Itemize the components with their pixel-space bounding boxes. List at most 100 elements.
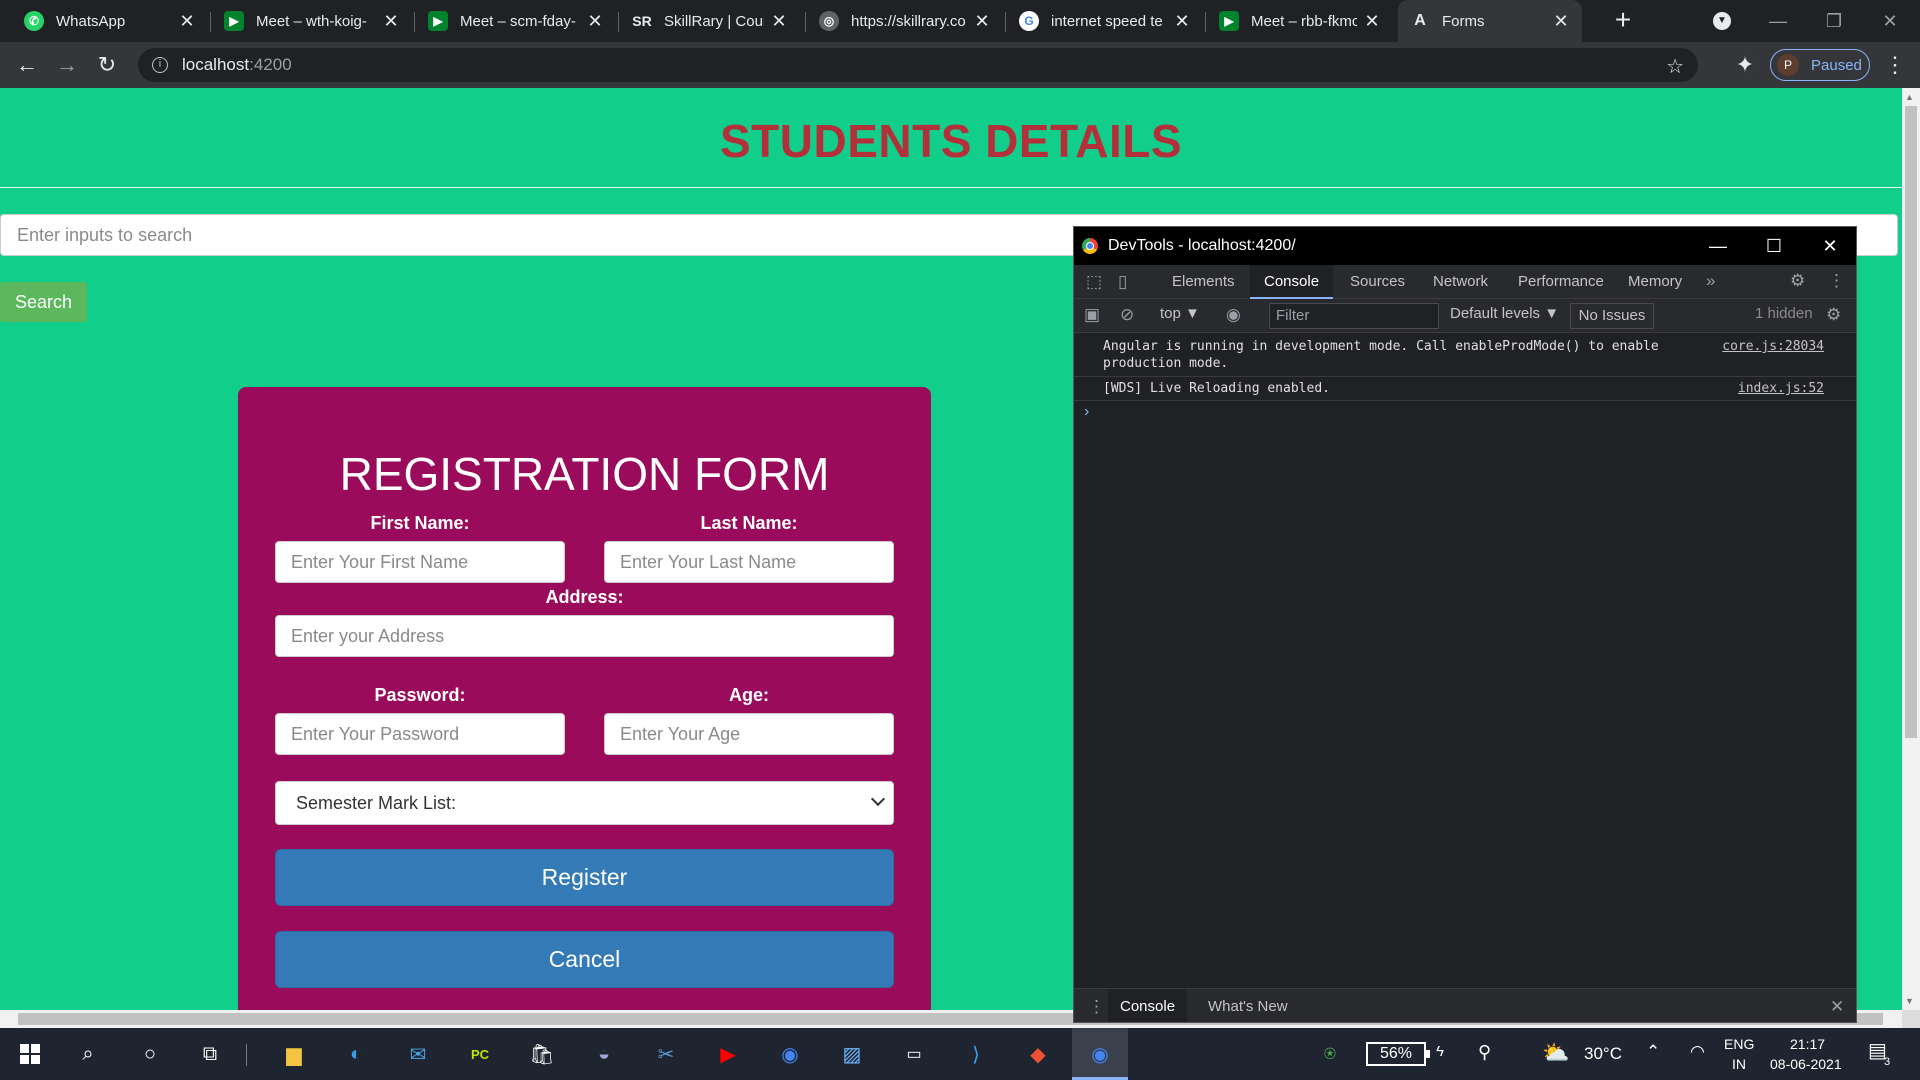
devtools-maximize-icon[interactable]: ☐: [1746, 227, 1802, 265]
inspect-element-icon[interactable]: ⬚: [1086, 272, 1102, 292]
devtools-tab-network[interactable]: Network: [1419, 265, 1502, 299]
devtools-minimize-icon[interactable]: —: [1690, 227, 1746, 265]
tab-meet-3[interactable]: ▶ Meet – rbb-fkmc- ✕: [1207, 0, 1393, 42]
weather-icon[interactable]: ⛅: [1542, 1040, 1569, 1066]
close-tab-icon[interactable]: ✕: [973, 11, 991, 32]
tab-search-icon[interactable]: ▼: [1694, 0, 1750, 42]
devtools-tab-sources[interactable]: Sources: [1336, 265, 1419, 299]
close-tab-icon[interactable]: ✕: [1363, 11, 1381, 32]
devtools-menu-icon[interactable]: ⋮: [1828, 271, 1845, 291]
site-info-icon[interactable]: i: [152, 57, 168, 73]
age-field[interactable]: [604, 713, 894, 755]
tab-whatsapp[interactable]: ✆ WhatsApp ✕: [12, 0, 208, 42]
pycharm-icon[interactable]: PC: [462, 1036, 498, 1072]
git-icon[interactable]: ◆: [1020, 1036, 1056, 1072]
windows-start-icon[interactable]: [12, 1036, 48, 1072]
activity-monitor-icon[interactable]: ⍟: [1312, 1036, 1348, 1072]
snipping-tool-icon[interactable]: ✂: [648, 1036, 684, 1072]
sidebar-toggle-icon[interactable]: ▣: [1084, 305, 1100, 325]
console-prompt-icon[interactable]: ›: [1084, 403, 1089, 421]
tab-meet-1[interactable]: ▶ Meet – wth-koig- ✕: [212, 0, 412, 42]
close-tab-icon[interactable]: ✕: [770, 11, 788, 32]
console-settings-gear-icon[interactable]: ⚙: [1826, 305, 1841, 325]
devtools-tab-performance[interactable]: Performance: [1504, 265, 1618, 299]
close-tab-icon[interactable]: ✕: [1173, 11, 1191, 32]
vertical-scroll-thumb[interactable]: [1905, 106, 1917, 738]
search-icon[interactable]: ⌕: [70, 1036, 106, 1072]
tab-forms[interactable]: A Forms ✕: [1398, 0, 1582, 42]
devtools-tab-console[interactable]: Console: [1250, 265, 1334, 299]
clear-console-icon[interactable]: ⊘: [1120, 305, 1134, 325]
terminal-icon[interactable]: ▭: [896, 1036, 932, 1072]
vscode-icon[interactable]: ⟩: [958, 1036, 994, 1072]
devtools-close-icon[interactable]: ✕: [1802, 227, 1856, 265]
cortana-icon[interactable]: ○: [132, 1036, 168, 1072]
minimize-icon[interactable]: —: [1750, 0, 1806, 42]
youtube-icon[interactable]: ▶: [710, 1036, 746, 1072]
devtools-tab-elements[interactable]: Elements: [1158, 265, 1249, 299]
eclipse-icon[interactable]: ◒: [586, 1036, 622, 1072]
close-window-icon[interactable]: ✕: [1862, 0, 1918, 42]
clock-time[interactable]: 21:17: [1790, 1036, 1825, 1052]
close-tab-icon[interactable]: ✕: [586, 11, 604, 32]
task-view-icon[interactable]: ⧉: [192, 1036, 228, 1072]
address-bar[interactable]: i localhost:4200 ☆: [138, 48, 1698, 82]
close-tab-icon[interactable]: ✕: [382, 11, 400, 32]
console-source-link[interactable]: index.js:52: [1738, 381, 1824, 396]
photos-icon[interactable]: ▨: [834, 1036, 870, 1072]
edge-icon[interactable]: ◐: [338, 1036, 374, 1072]
language-primary[interactable]: ENG: [1724, 1036, 1754, 1052]
scroll-up-icon[interactable]: ▲: [1905, 92, 1914, 102]
drawer-tab-console[interactable]: Console: [1108, 989, 1188, 1022]
last-name-field[interactable]: [604, 541, 894, 583]
extensions-icon[interactable]: ✦: [1730, 50, 1760, 80]
register-button[interactable]: Register: [275, 849, 894, 906]
profile-button[interactable]: P Paused: [1770, 49, 1870, 81]
restore-icon[interactable]: ❐: [1806, 0, 1862, 42]
file-explorer-icon[interactable]: ▆: [276, 1036, 312, 1072]
tray-chevron-up-icon[interactable]: ⌃: [1646, 1042, 1660, 1062]
devtools-tab-memory[interactable]: Memory: [1614, 265, 1696, 299]
reload-icon[interactable]: ↻: [92, 50, 122, 80]
language-secondary[interactable]: IN: [1732, 1056, 1746, 1072]
close-tab-icon[interactable]: ✕: [1552, 11, 1570, 32]
new-tab-icon[interactable]: +: [1608, 6, 1638, 36]
store-icon[interactable]: 🛍: [524, 1036, 560, 1072]
settings-gear-icon[interactable]: ⚙: [1790, 271, 1805, 291]
tab-skillrary[interactable]: SR SkillRary | Course ✕: [620, 0, 800, 42]
drawer-close-icon[interactable]: ✕: [1830, 997, 1844, 1017]
people-icon[interactable]: ⚲: [1478, 1042, 1491, 1063]
password-field[interactable]: [275, 713, 565, 755]
search-button[interactable]: Search: [0, 282, 87, 322]
address-field[interactable]: [275, 615, 894, 657]
scroll-down-icon[interactable]: ▼: [1905, 996, 1914, 1006]
bookmark-star-icon[interactable]: ☆: [1666, 54, 1684, 79]
chrome-active-icon[interactable]: ◉: [1082, 1036, 1118, 1072]
more-tabs-icon[interactable]: »: [1706, 271, 1715, 291]
tab-meet-2[interactable]: ▶ Meet – scm-fday- ✕: [416, 0, 616, 42]
log-levels-dropdown[interactable]: Default levels ▼: [1450, 305, 1559, 322]
issues-button[interactable]: No Issues: [1570, 303, 1654, 329]
temperature[interactable]: 30°C: [1584, 1044, 1622, 1064]
context-selector[interactable]: top ▼: [1160, 305, 1200, 322]
mail-icon[interactable]: ✉: [400, 1036, 436, 1072]
forward-icon[interactable]: →: [52, 50, 82, 80]
wifi-icon[interactable]: ◠: [1690, 1042, 1705, 1062]
menu-icon[interactable]: ⋮: [1880, 50, 1910, 80]
drawer-tab-whats-new[interactable]: What's New: [1196, 989, 1300, 1022]
chrome-taskbar-icon[interactable]: ◉: [772, 1036, 808, 1072]
clock-date[interactable]: 08-06-2021: [1770, 1056, 1842, 1072]
device-toolbar-icon[interactable]: ▯: [1118, 272, 1127, 292]
first-name-field[interactable]: [275, 541, 565, 583]
back-icon[interactable]: ←: [12, 50, 42, 80]
cancel-button[interactable]: Cancel: [275, 931, 894, 988]
tab-skillrary-url[interactable]: ◎ https://skillrary.co ✕: [807, 0, 1003, 42]
tab-speed-test[interactable]: G internet speed te ✕: [1007, 0, 1203, 42]
console-output[interactable]: Angular is running in development mode. …: [1074, 333, 1856, 988]
live-expression-eye-icon[interactable]: ◉: [1226, 305, 1241, 325]
close-tab-icon[interactable]: ✕: [178, 11, 196, 32]
battery-indicator[interactable]: 56%: [1366, 1042, 1430, 1066]
semester-select[interactable]: Semester Mark List:: [275, 781, 894, 825]
console-filter-input[interactable]: Filter: [1269, 303, 1439, 329]
drawer-menu-icon[interactable]: ⋮: [1088, 997, 1105, 1017]
